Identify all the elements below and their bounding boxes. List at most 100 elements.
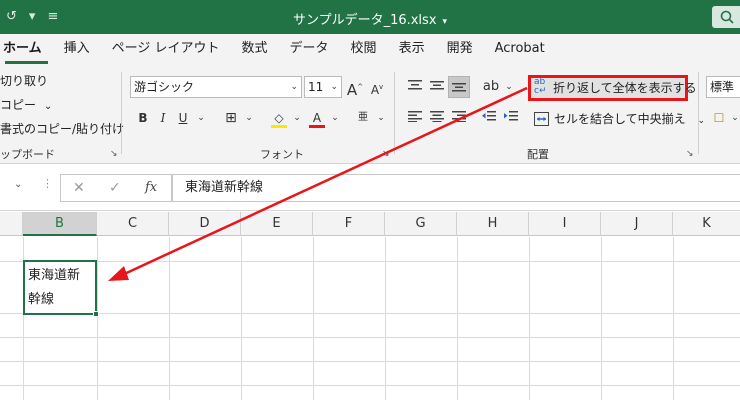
column-headers: B C D E F G H I J K: [0, 212, 740, 236]
decrease-indent-icon[interactable]: [478, 107, 500, 129]
grid-row-line: [0, 313, 740, 314]
grid-column-line: [241, 237, 242, 400]
active-cell-text-line1: 東海道新: [28, 268, 81, 283]
window-title[interactable]: サンプルデータ_16.xlsx ▾: [0, 9, 740, 28]
align-bottom-icon[interactable]: [448, 76, 470, 98]
tab-review[interactable]: 校閲: [340, 34, 388, 64]
ribbon-tabs: ホーム 挿入 ページ レイアウト 数式 データ 校閲 表示 開発 Acrobat: [0, 34, 740, 64]
group-divider: [394, 72, 395, 154]
column-header-k[interactable]: K: [673, 212, 740, 236]
font-color-swatch: [309, 125, 325, 128]
italic-button[interactable]: I: [152, 107, 174, 129]
search-button[interactable]: [712, 6, 740, 28]
align-center-icon[interactable]: [426, 107, 448, 129]
column-header-h[interactable]: H: [457, 212, 529, 236]
chevron-down-icon: ⌄: [330, 82, 338, 92]
copy-label: コピー: [0, 98, 37, 112]
grid-row-line: [0, 261, 740, 262]
grid-column-line: [97, 237, 98, 400]
grid-column-line: [601, 237, 602, 400]
format-painter-button[interactable]: 書式のコピー/貼り付け: [0, 120, 124, 137]
formula-bar-resize-handle[interactable]: ⋮: [42, 177, 53, 190]
column-header-e[interactable]: E: [241, 212, 313, 236]
font-launcher-icon[interactable]: ↘: [382, 149, 390, 159]
merge-cells-icon: [534, 112, 549, 126]
column-header-f[interactable]: F: [313, 212, 385, 236]
font-group-label: フォント: [260, 148, 304, 161]
tab-formulas[interactable]: 数式: [231, 34, 279, 64]
tab-insert[interactable]: 挿入: [53, 34, 101, 64]
accounting-dropdown-icon[interactable]: ⌄: [724, 107, 740, 129]
increase-indent-icon[interactable]: [500, 107, 522, 129]
insert-function-icon[interactable]: fx: [145, 180, 157, 195]
border-dropdown-icon[interactable]: ⌄: [238, 107, 260, 129]
active-cell[interactable]: 東海道新 幹線: [23, 260, 97, 315]
column-header-d[interactable]: D: [169, 212, 241, 236]
enter-icon[interactable]: ✓: [109, 180, 121, 196]
ribbon: 切り取り コピー ⌄ 書式のコピー/貼り付け ップボード ↘ 游ゴシック ⌄ 11…: [0, 64, 740, 164]
tab-acrobat[interactable]: Acrobat: [484, 34, 556, 64]
font-color-dropdown-icon[interactable]: ⌄: [324, 107, 346, 129]
formula-input[interactable]: 東海道新幹線: [172, 174, 740, 202]
alignment-launcher-icon[interactable]: ↘: [686, 149, 694, 159]
tab-data[interactable]: データ: [279, 34, 340, 64]
group-divider: [121, 72, 122, 154]
bold-button[interactable]: B: [132, 107, 154, 129]
clipboard-launcher-icon[interactable]: ↘: [110, 149, 118, 159]
copy-button[interactable]: コピー ⌄: [0, 96, 52, 113]
file-name: サンプルデータ_16.xlsx: [292, 13, 437, 28]
active-cell-text-line2: 幹線: [28, 292, 55, 307]
phonetic-dropdown-icon[interactable]: ⌄: [370, 107, 392, 129]
column-header-i[interactable]: I: [529, 212, 601, 236]
clipboard-group-label: ップボード: [0, 148, 55, 161]
column-header-g[interactable]: G: [385, 212, 457, 236]
number-format-select[interactable]: 標準: [706, 76, 740, 98]
cut-button[interactable]: 切り取り: [0, 72, 48, 89]
name-box-dropdown-icon[interactable]: ⌄: [14, 179, 22, 190]
tab-home[interactable]: ホーム: [0, 34, 53, 64]
align-top-icon[interactable]: [404, 76, 426, 98]
grid-row-line: [0, 337, 740, 338]
font-color-icon: A: [312, 111, 322, 125]
merge-center-button[interactable]: セルを結合して中央揃え ⌄: [532, 108, 705, 130]
font-name-select[interactable]: 游ゴシック ⌄: [130, 76, 302, 98]
increase-font-size-button[interactable]: A^: [344, 76, 366, 99]
wrap-text-icon: ab c↵: [534, 77, 547, 96]
formula-controls: ✕ ✓ fx: [60, 174, 172, 202]
grid-column-line: [385, 237, 386, 400]
grid-column-line: [529, 237, 530, 400]
align-middle-icon[interactable]: [426, 76, 448, 98]
font-shrink-icon: A: [370, 83, 380, 97]
search-icon: [720, 10, 734, 24]
group-divider: [698, 72, 699, 154]
cancel-icon[interactable]: ✕: [73, 180, 85, 196]
worksheet-grid[interactable]: 東海道新 幹線: [0, 237, 740, 400]
fill-dropdown-icon[interactable]: ⌄: [286, 107, 308, 129]
underline-dropdown-icon[interactable]: ⌄: [190, 107, 212, 129]
chevron-down-icon: ⌄: [290, 82, 298, 92]
merge-center-label: セルを結合して中央揃え: [554, 112, 686, 126]
column-header-j[interactable]: J: [601, 212, 673, 236]
select-all-corner[interactable]: [0, 212, 23, 236]
wrap-text-button[interactable]: ab c↵ 折り返して全体を表示する: [528, 75, 697, 101]
column-header-b[interactable]: B: [23, 212, 97, 236]
formula-bar: ⌄ ⋮ ✕ ✓ fx 東海道新幹線: [0, 165, 740, 211]
tab-developer[interactable]: 開発: [436, 34, 484, 64]
grid-column-line: [673, 237, 674, 400]
grid-row-line: [0, 361, 740, 362]
orientation-dropdown-icon[interactable]: ⌄: [498, 76, 520, 98]
paint-bucket-icon: ◇: [274, 111, 284, 125]
title-caret-icon: ▾: [442, 17, 448, 27]
font-size-value: 11: [308, 80, 324, 94]
copy-dropdown-icon[interactable]: ⌄: [44, 101, 52, 112]
font-size-select[interactable]: 11 ⌄: [304, 76, 342, 98]
fill-handle[interactable]: [93, 311, 99, 317]
align-left-icon[interactable]: [404, 107, 426, 129]
grid-column-line: [457, 237, 458, 400]
tab-view[interactable]: 表示: [388, 34, 436, 64]
tab-page-layout[interactable]: ページ レイアウト: [101, 34, 231, 64]
align-right-icon[interactable]: [448, 107, 470, 129]
column-header-c[interactable]: C: [97, 212, 169, 236]
fill-color-swatch: [271, 125, 287, 128]
decrease-font-size-button[interactable]: Av: [366, 76, 388, 98]
